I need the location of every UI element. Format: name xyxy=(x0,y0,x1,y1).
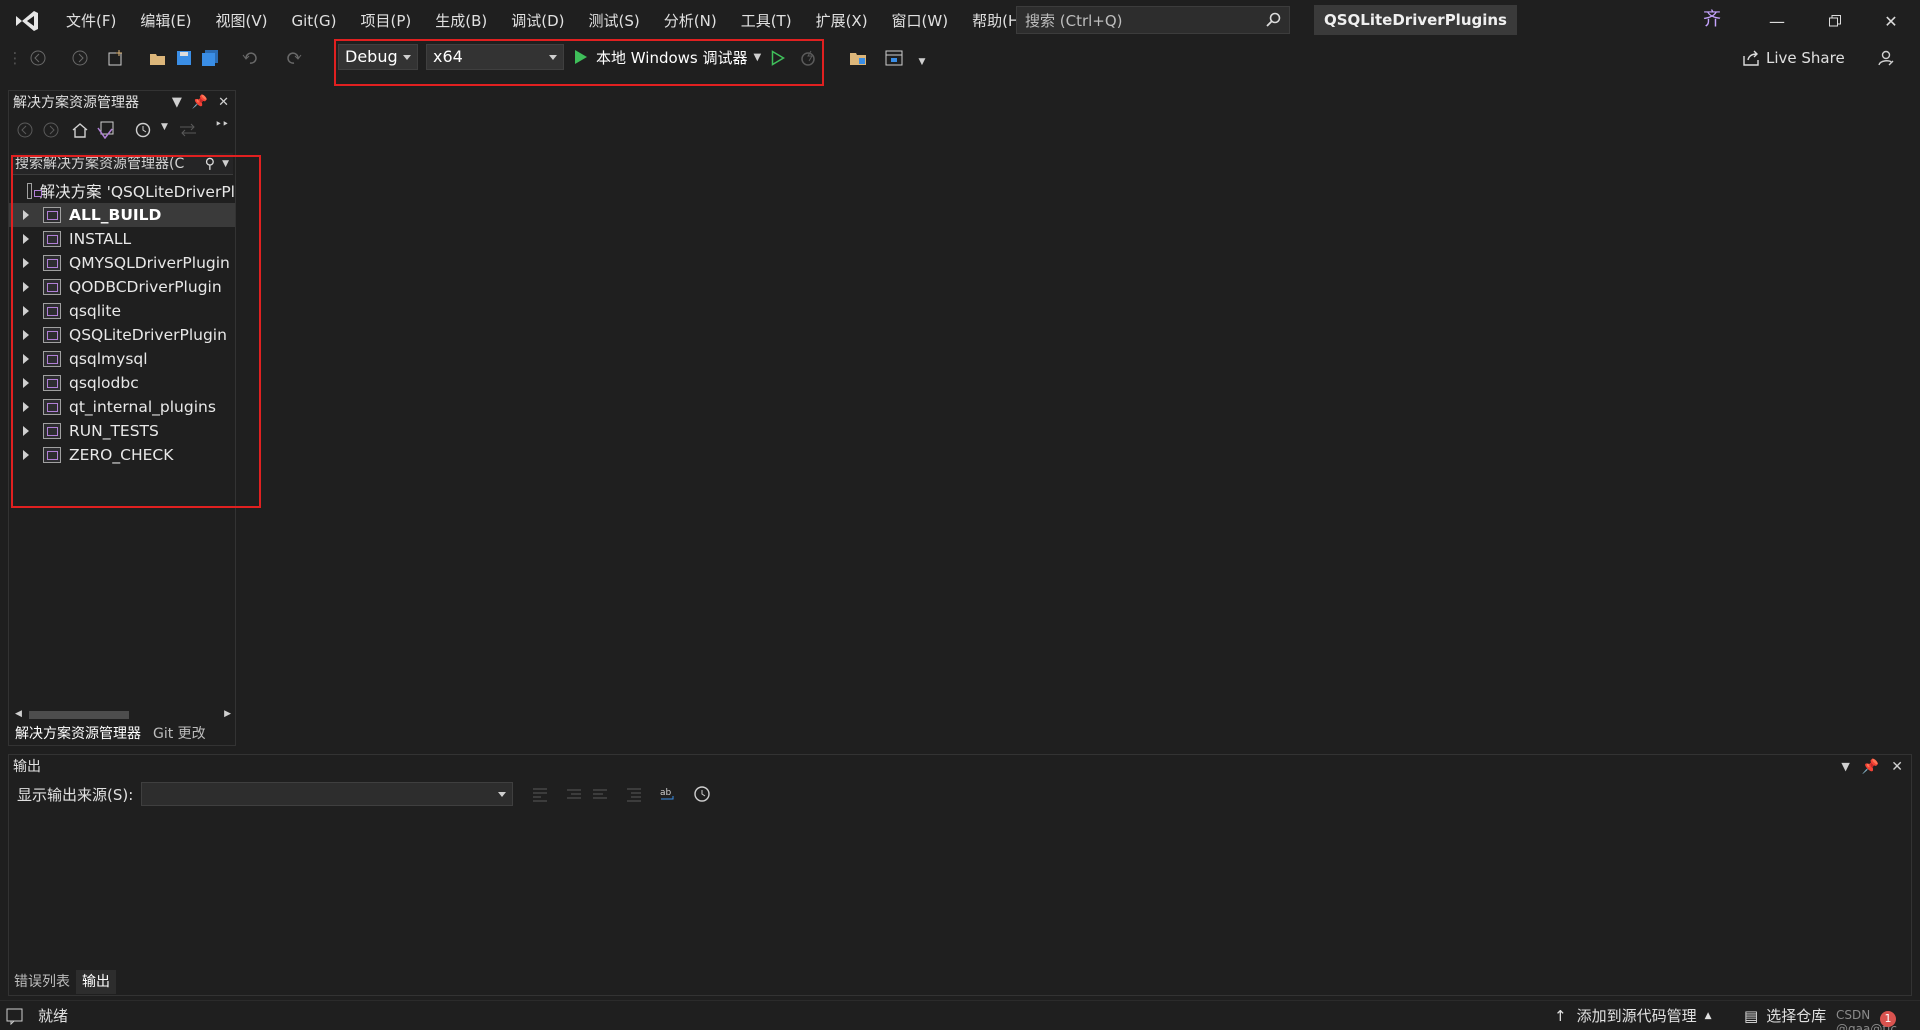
forward-icon[interactable] xyxy=(43,122,59,138)
bottom-tabs: 错误列表 输出 xyxy=(8,970,116,994)
menu-item[interactable]: 窗口(W) xyxy=(880,0,961,42)
repository-icon: ▤ xyxy=(1744,1006,1759,1025)
tab-error-list[interactable]: 错误列表 xyxy=(8,970,76,994)
menu-item[interactable]: 测试(S) xyxy=(577,0,652,42)
back-icon[interactable] xyxy=(28,48,48,68)
horizontal-scrollbar[interactable]: ◀ ▶ xyxy=(13,707,233,721)
open-folder-icon[interactable] xyxy=(148,48,168,68)
search-box[interactable]: 搜索 (Ctrl+Q) xyxy=(1016,6,1290,34)
solution-explorer-toolbar-icon[interactable] xyxy=(848,48,868,68)
forward-icon[interactable] xyxy=(70,48,90,68)
next-message-icon[interactable] xyxy=(591,786,609,802)
highlight-debug-toolbar xyxy=(334,39,824,86)
menu-item[interactable]: 分析(N) xyxy=(652,0,729,42)
minimize-icon[interactable]: — xyxy=(1748,0,1806,42)
caret-up-icon: ▲ xyxy=(1704,1010,1712,1021)
output-toolbar: 显示输出来源(S): ab xyxy=(9,779,1911,809)
tab-solution-explorer[interactable]: 解决方案资源管理器 xyxy=(9,723,147,745)
standard-toolbar: ⋮ Debug x64 本地 Windows 调试器 ▼ ▼ Live Shar… xyxy=(0,42,1920,74)
solution-explorer-header: 解决方案资源管理器 ▼ 📌 ✕ xyxy=(9,91,235,115)
window-layout-icon[interactable] xyxy=(884,48,904,68)
solution-explorer-title: 解决方案资源管理器 xyxy=(13,95,139,111)
title-bar: 文件(F) 编辑(E) 视图(V) Git(G) 项目(P) 生成(B) 调试(D) 测试(S… xyxy=(0,0,1920,42)
save-all-icon[interactable] xyxy=(200,48,220,68)
scroll-left-icon[interactable]: ◀ xyxy=(15,709,22,719)
output-source-dropdown[interactable] xyxy=(141,782,514,806)
output-title: 输出 xyxy=(13,759,41,775)
more-options-icon[interactable]: ‣‣ xyxy=(215,117,229,131)
home-icon[interactable] xyxy=(71,122,89,138)
watermark: CSDN @qaa@tic xyxy=(1836,1008,1897,1030)
close-window-icon[interactable]: ✕ xyxy=(1862,0,1920,42)
close-panel-icon[interactable]: ✕ xyxy=(1891,755,1903,779)
pin-icon[interactable]: 📌 xyxy=(1862,755,1879,779)
tab-git-changes[interactable]: Git 更改 xyxy=(147,723,212,745)
clear-all-icon[interactable] xyxy=(625,786,643,802)
menu-item[interactable]: 项目(P) xyxy=(349,0,424,42)
select-repository-button[interactable]: ▤ 选择仓库 xyxy=(1744,1005,1826,1026)
output-source-label: 显示输出来源(S): xyxy=(17,785,134,804)
select-repository-label: 选择仓库 xyxy=(1766,1007,1827,1025)
solution-explorer-toolbar: ▼ ‣‣ xyxy=(9,115,235,145)
notification-badge[interactable]: 1 xyxy=(1880,1011,1896,1027)
output-panel: 输出 ▼ 📌 ✕ 显示输出来源(S): ab xyxy=(8,754,1912,996)
menu-item[interactable]: 生成(B) xyxy=(423,0,499,42)
menu-item[interactable]: 调试(D) xyxy=(499,0,576,42)
solution-explorer-tabs: 解决方案资源管理器 Git 更改 xyxy=(9,723,235,745)
menu-item[interactable]: 工具(T) xyxy=(729,0,804,42)
filter-dropdown-icon[interactable]: ▼ xyxy=(161,122,168,132)
undo-icon[interactable] xyxy=(240,48,260,68)
menu-item[interactable]: 扩展(X) xyxy=(804,0,880,42)
restore-icon[interactable] xyxy=(1806,0,1864,42)
status-bar: 就绪 ↑ 添加到源代码管理 ▲ ▤ 选择仓库 CSDN @qaa@tic 1 xyxy=(0,1000,1920,1030)
menu-item[interactable]: Git(G) xyxy=(280,0,349,42)
add-to-source-control-label: 添加到源代码管理 xyxy=(1576,1007,1697,1025)
word-wrap-icon[interactable]: ab xyxy=(659,786,679,802)
tab-output[interactable]: 输出 xyxy=(76,970,116,994)
pending-changes-filter-icon[interactable] xyxy=(135,122,151,138)
feedback-icon[interactable] xyxy=(1876,48,1896,68)
goto-line-icon[interactable] xyxy=(531,786,549,802)
add-to-source-control-button[interactable]: ↑ 添加到源代码管理 ▲ xyxy=(1554,1005,1712,1026)
toolbar-overflow-icon[interactable]: ▼ xyxy=(912,52,932,72)
back-icon[interactable] xyxy=(17,122,33,138)
arrow-up-icon: ↑ xyxy=(1554,1006,1567,1025)
pin-icon[interactable]: 📌 xyxy=(192,91,208,115)
window-position-dropdown-icon[interactable]: ▼ xyxy=(172,91,182,115)
project-title: QSQLiteDriverPlugins xyxy=(1314,5,1517,35)
menu-item[interactable]: 视图(V) xyxy=(204,0,280,42)
menu-item[interactable]: 编辑(E) xyxy=(128,0,203,42)
visual-studio-logo-icon[interactable] xyxy=(0,0,54,42)
scroll-right-icon[interactable]: ▶ xyxy=(224,709,231,719)
menu-bar: 文件(F) 编辑(E) 视图(V) Git(G) 项目(P) 生成(B) 调试(D) 测试(S… xyxy=(54,0,1037,42)
live-share-label: Live Share xyxy=(1766,49,1845,67)
scrollbar-thumb[interactable] xyxy=(29,711,129,719)
output-header: 输出 ▼ 📌 ✕ xyxy=(9,755,1911,779)
previous-message-icon[interactable] xyxy=(565,786,583,802)
output-status-icon[interactable] xyxy=(6,1007,24,1025)
user-avatar[interactable]: 齐 xyxy=(1700,8,1724,32)
highlight-project-tree xyxy=(11,155,261,508)
toolbar-grip-icon: ⋮ xyxy=(7,49,23,67)
share-icon xyxy=(1743,50,1759,66)
live-share-button[interactable]: Live Share xyxy=(1742,46,1845,70)
close-panel-icon[interactable]: ✕ xyxy=(218,91,229,115)
save-icon[interactable] xyxy=(174,48,194,68)
search-icon xyxy=(1266,12,1281,27)
new-project-icon[interactable] xyxy=(106,48,126,68)
svg-text:ab: ab xyxy=(660,788,672,798)
menu-item[interactable]: 文件(F) xyxy=(54,0,128,42)
timestamp-icon[interactable] xyxy=(693,785,711,803)
redo-icon[interactable] xyxy=(284,48,304,68)
search-placeholder: 搜索 (Ctrl+Q) xyxy=(1025,11,1123,30)
window-position-dropdown-icon[interactable]: ▼ xyxy=(1841,755,1849,779)
sync-icon[interactable] xyxy=(179,123,197,137)
status-ready: 就绪 xyxy=(38,1007,69,1025)
switch-views-icon[interactable] xyxy=(97,121,115,139)
